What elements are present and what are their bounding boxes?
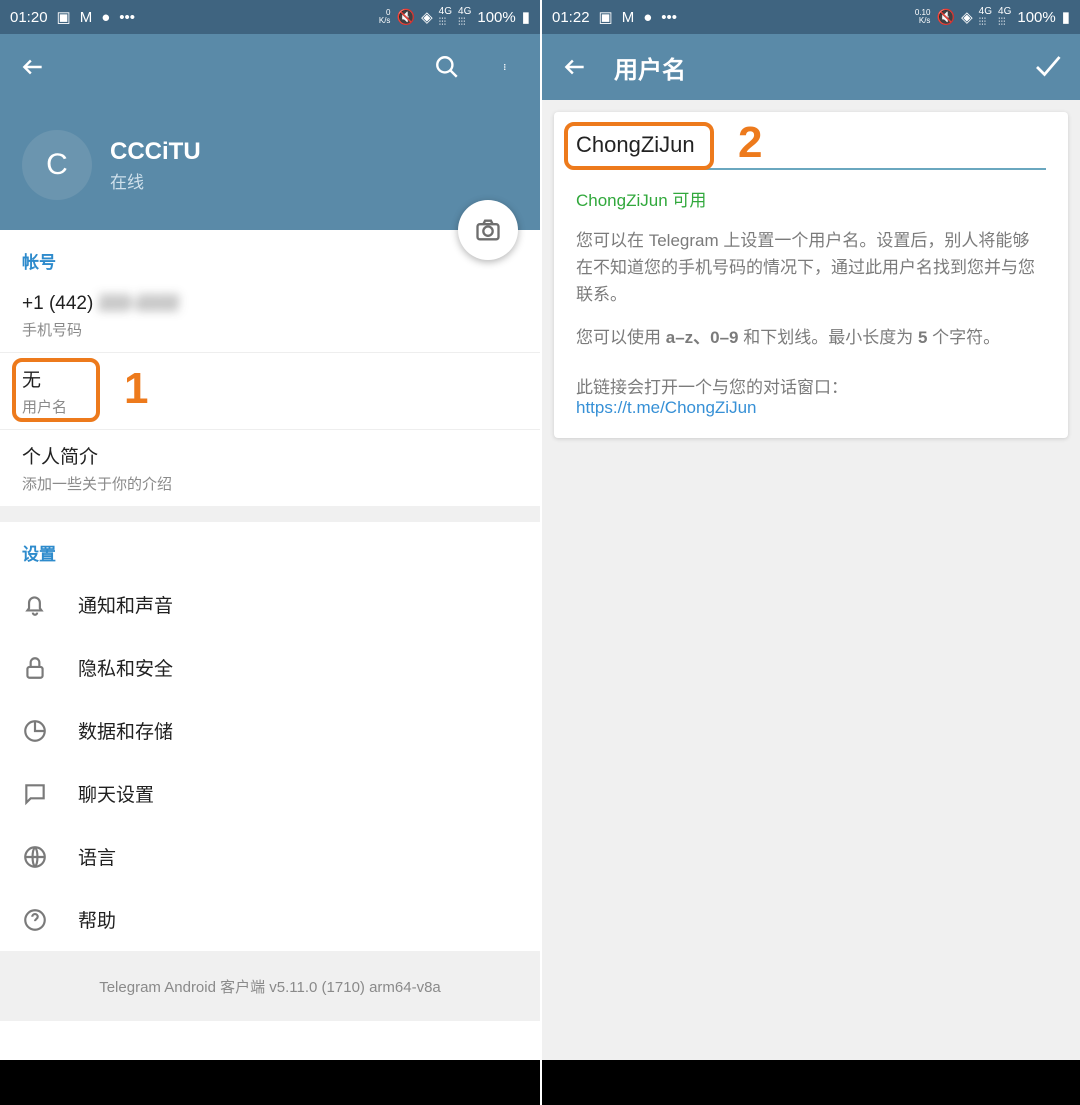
help-icon [22, 907, 48, 933]
confirm-button[interactable] [1026, 46, 1068, 88]
username-row[interactable]: 无 用户名 [0, 353, 540, 430]
status-time: 01:20 [10, 9, 48, 26]
divider [0, 506, 540, 522]
check-icon [1032, 52, 1062, 82]
profile-status: 在线 [110, 168, 201, 193]
profile-header: C CCCiTU 在线 [0, 100, 540, 230]
globe-icon [22, 844, 48, 870]
image-icon: ▣ [57, 8, 71, 26]
settings-screen: 01:20 ▣ M ● ••• 0K/s 🔇 ◈ 4G⫶⫶⫶ 4G⫶⫶⫶ 100… [0, 0, 540, 1105]
mail-icon: M [80, 9, 93, 26]
version-text: Telegram Android 客户端 v5.11.0 (1710) arm6… [0, 951, 540, 1021]
battery-text: 100% [1017, 9, 1055, 26]
availability-text: ChongZiJun 可用 [576, 186, 1046, 211]
wifi-icon: ◈ [421, 8, 433, 26]
data-row[interactable]: 数据和存储 [0, 699, 540, 762]
settings-section-label: 设置 [0, 522, 540, 573]
search-button[interactable] [426, 46, 468, 88]
mute-icon: 🔇 [396, 8, 415, 26]
search-icon [434, 54, 460, 80]
wifi-icon: ◈ [961, 8, 973, 26]
chat-icon [22, 781, 48, 807]
username-input[interactable] [576, 132, 1046, 158]
app-bar: 用户名 [542, 34, 1080, 100]
avatar[interactable]: C [22, 130, 92, 200]
app-bar [0, 34, 540, 100]
privacy-row[interactable]: 隐私和安全 [0, 636, 540, 699]
lock-icon [22, 655, 48, 681]
navigation-bar [542, 1060, 1080, 1105]
signal-4g-icon: 4G⫶⫶⫶ [458, 6, 471, 28]
battery-text: 100% [477, 9, 515, 26]
signal-4g-icon: 4G⫶⫶⫶ [979, 6, 992, 28]
phone-row[interactable]: +1 (442) 222-2222 手机号码 [0, 281, 540, 353]
username-screen: 01:22 ▣ M ● ••• 0.10K/s 🔇 ◈ 4G⫶⫶⫶ 4G⫶⫶⫶ … [540, 0, 1080, 1105]
signal-4g-icon: 4G⫶⫶⫶ [439, 6, 452, 28]
status-bar: 01:20 ▣ M ● ••• 0K/s 🔇 ◈ 4G⫶⫶⫶ 4G⫶⫶⫶ 100… [0, 0, 540, 34]
camera-button[interactable] [458, 200, 518, 260]
language-row[interactable]: 语言 [0, 825, 540, 888]
help-row[interactable]: 帮助 [0, 888, 540, 951]
description-2: 您可以使用 a–z、0–9 和下划线。最小长度为 5 个字符。 [576, 324, 1046, 351]
username-card: ChongZiJun 可用 您可以在 Telegram 上设置一个用户名。设置后… [554, 112, 1068, 438]
profile-name: CCCiTU [110, 138, 201, 166]
signal-4g-icon: 4G⫶⫶⫶ [998, 6, 1011, 28]
chat-icon: ● [643, 9, 652, 26]
camera-icon [474, 216, 502, 244]
menu-button[interactable] [486, 46, 528, 88]
mail-icon: M [622, 9, 635, 26]
battery-icon: ▮ [1062, 8, 1070, 26]
status-time: 01:22 [552, 9, 590, 26]
chat-row[interactable]: 聊天设置 [0, 762, 540, 825]
pie-icon [22, 718, 48, 744]
back-button[interactable] [12, 46, 54, 88]
status-bar: 01:22 ▣ M ● ••• 0.10K/s 🔇 ◈ 4G⫶⫶⫶ 4G⫶⫶⫶ … [542, 0, 1080, 34]
more-icon: ••• [119, 9, 135, 26]
link-description: 此链接会打开一个与您的对话窗口： [576, 373, 1046, 398]
arrow-left-icon [20, 54, 46, 80]
image-icon: ▣ [599, 8, 613, 26]
bell-icon [22, 592, 48, 618]
back-button[interactable] [554, 46, 596, 88]
more-icon: ••• [661, 9, 677, 26]
chat-icon: ● [101, 9, 110, 26]
arrow-left-icon [562, 54, 588, 80]
username-link[interactable]: https://t.me/ChongZiJun [576, 398, 1046, 418]
bio-row[interactable]: 个人简介 添加一些关于你的介绍 [0, 430, 540, 506]
mute-icon: 🔇 [936, 8, 955, 26]
notifications-row[interactable]: 通知和声音 [0, 573, 540, 636]
dots-vertical-icon [504, 54, 510, 80]
username-input-wrap [576, 132, 1046, 170]
battery-icon: ▮ [522, 8, 530, 26]
navigation-bar [0, 1060, 540, 1105]
description-1: 您可以在 Telegram 上设置一个用户名。设置后，别人将能够在不知道您的手机… [576, 227, 1046, 308]
page-title: 用户名 [614, 50, 686, 85]
